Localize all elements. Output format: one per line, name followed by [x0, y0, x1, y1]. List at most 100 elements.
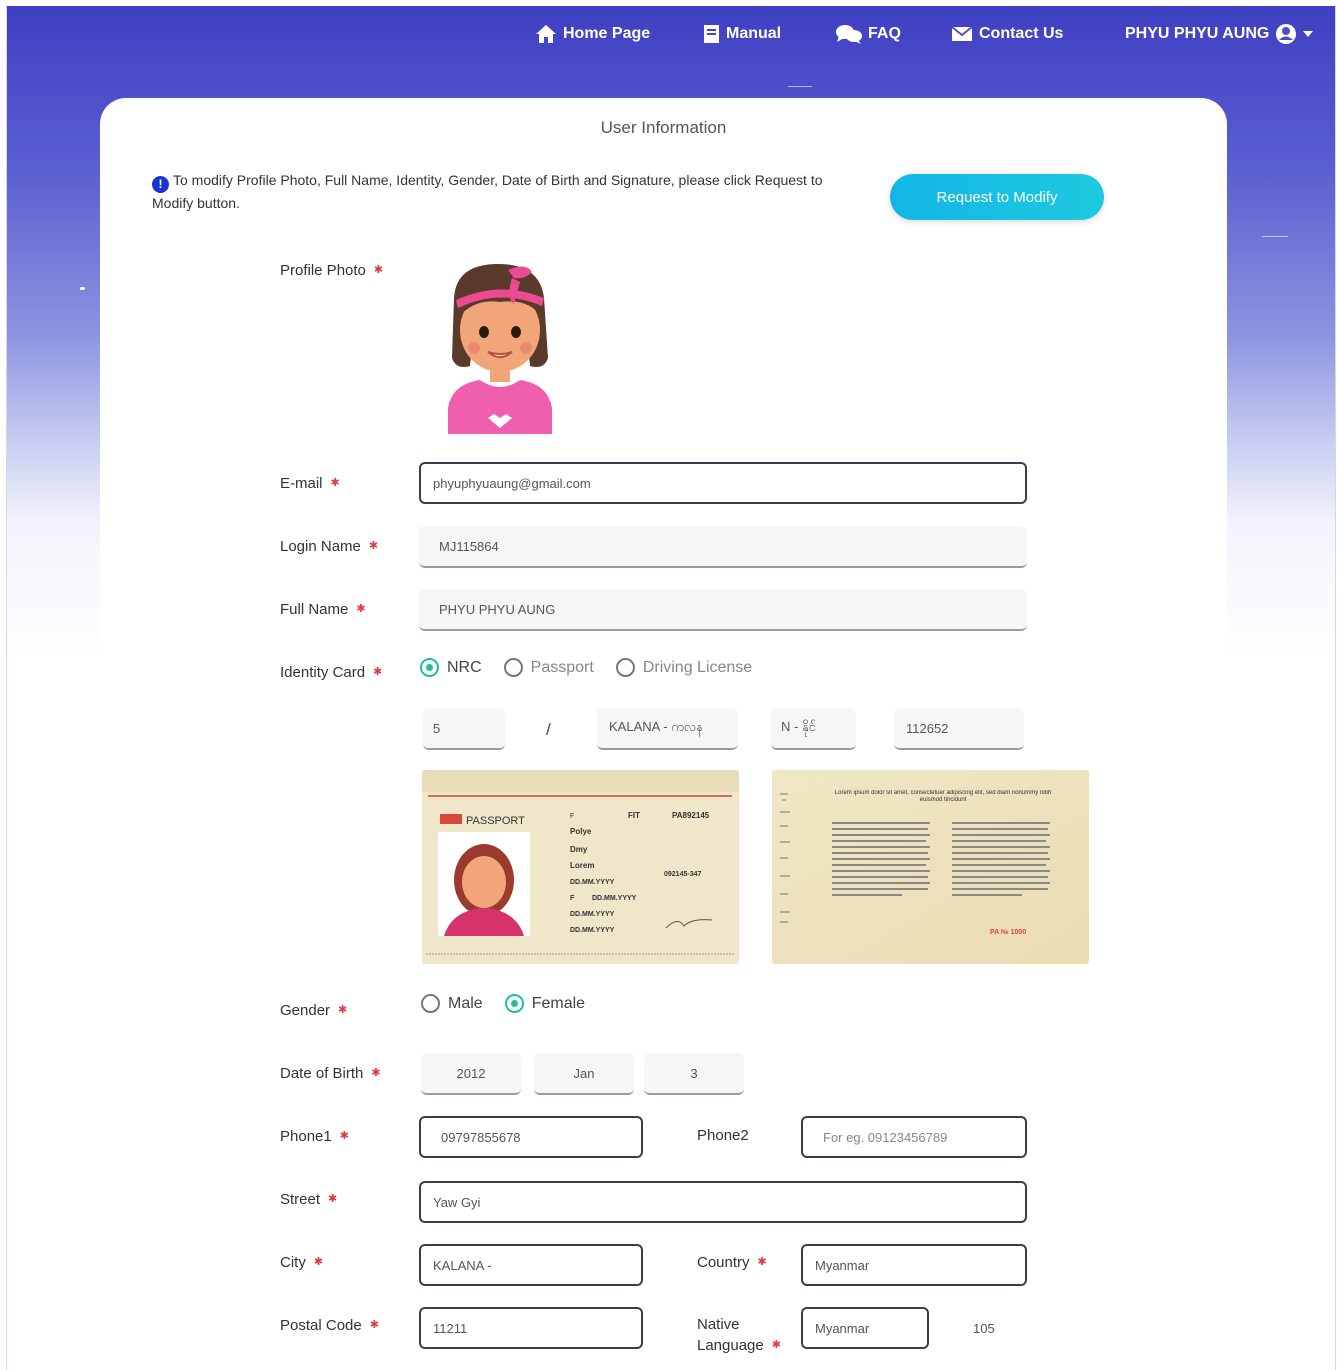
user-circle-icon — [1276, 24, 1297, 44]
phone1-field[interactable]: 09797855678 — [419, 1116, 643, 1158]
email-label-text: E-mail — [280, 475, 323, 492]
native-language-field[interactable]: Myanmar — [801, 1307, 929, 1349]
radio-unchecked-icon — [503, 658, 523, 677]
postal-code-field[interactable]: 11211 — [419, 1307, 643, 1349]
caret-down-icon — [1303, 31, 1314, 37]
required-icon: ✱ — [330, 477, 340, 489]
envelope-icon — [951, 26, 973, 41]
profile-photo-label: Profile Photo ✱ — [280, 260, 383, 281]
postal-code-label-text: Postal Code — [280, 1317, 362, 1334]
required-icon: ✱ — [328, 1193, 338, 1205]
country-field[interactable]: Myanmar — [801, 1244, 1027, 1286]
gender-radio-group: Male Female — [421, 994, 607, 1013]
required-icon: ✱ — [368, 540, 379, 552]
profile-photo-label-text: Profile Photo — [280, 262, 366, 279]
user-menu[interactable]: PHYU PHYU AUNG — [1125, 20, 1314, 48]
nav-contact-label: Contact Us — [979, 25, 1064, 42]
email-label: E-mail ✱ — [280, 473, 340, 494]
phone2-label: Phone2 — [697, 1127, 749, 1144]
native-language-count: 105 — [973, 1321, 995, 1336]
gender-radio-male[interactable]: Male — [421, 994, 483, 1013]
passport-sex: F — [570, 895, 575, 902]
radio-unchecked-icon — [615, 658, 635, 677]
passport-name-3: Lorem — [570, 861, 594, 870]
passport-name-2: Dmy — [570, 845, 588, 854]
dob-day-field: 3 — [644, 1053, 744, 1095]
phone1-label: Phone1 ✱ — [280, 1126, 349, 1147]
street-label: Street ✱ — [280, 1189, 337, 1210]
required-icon: ✱ — [356, 603, 366, 615]
identity-radio-nrc[interactable]: NRC — [420, 658, 482, 677]
identity-option-label: Passport — [530, 658, 594, 676]
nav-contact-link[interactable]: Contact Us — [951, 20, 1063, 48]
passport-sex-top: F — [570, 813, 574, 820]
required-icon: ✱ — [371, 1067, 381, 1079]
login-name-label-text: Login Name — [280, 538, 361, 555]
passport-date-3: DD.MM.YYYY — [570, 911, 615, 918]
home-icon — [536, 25, 556, 43]
user-name: PHYU PHYU AUNG — [1125, 25, 1270, 42]
passport-header: PASSPORT — [466, 815, 525, 827]
info-icon: ! — [152, 176, 169, 193]
notice-text: To modify Profile Photo, Full Name, Iden… — [152, 172, 823, 211]
required-icon: ✱ — [373, 666, 383, 678]
comments-icon — [836, 25, 862, 44]
street-label-text: Street — [280, 1191, 321, 1208]
decor-line — [788, 86, 812, 87]
nrc-state-field: 5 — [423, 708, 505, 750]
id-card-back-image: Lorem ipsum dolor sit amet, consectetuer… — [772, 770, 1089, 964]
nrc-type-field: N - နိုင် — [771, 708, 856, 750]
nav-faq-label: FAQ — [868, 25, 901, 42]
user-information-card: User Information ! To modify Profile Phot… — [100, 98, 1227, 1370]
email-field[interactable]: phyuphyuaung@gmail.com — [419, 462, 1027, 504]
phone2-field[interactable]: For eg. 09123456789 — [801, 1116, 1027, 1158]
decor-line — [1262, 236, 1288, 237]
city-label: City ✱ — [280, 1252, 323, 1273]
nav-manual-label: Manual — [726, 25, 782, 42]
identity-radio-driving-license[interactable]: Driving License — [615, 658, 753, 677]
street-field[interactable]: Yaw Gyi — [419, 1181, 1027, 1223]
required-icon: ✱ — [373, 264, 384, 276]
required-icon: ✱ — [369, 1319, 379, 1331]
radio-unchecked-icon — [421, 994, 440, 1013]
dob-label: Date of Birth ✱ — [280, 1063, 381, 1084]
passport-date-2: DD.MM.YYYY — [592, 895, 637, 902]
identity-radio-passport[interactable]: Passport — [503, 658, 594, 677]
gender-option-label: Male — [448, 994, 483, 1012]
nav-home-link[interactable]: Home Page — [535, 20, 650, 48]
identity-option-label: NRC — [447, 658, 482, 676]
city-label-text: City — [280, 1254, 306, 1271]
gender-label: Gender ✱ — [280, 1000, 347, 1021]
identity-type-radio-group: NRC Passport Driving License — [420, 658, 774, 677]
page-title: User Information — [600, 118, 727, 137]
country-label: Country ✱ — [697, 1252, 767, 1273]
dob-year-field: 2012 — [421, 1053, 521, 1095]
login-name-label: Login Name ✱ — [280, 536, 378, 557]
top-navigation: Home Page Manual FAQ Contact Us PHYU PHY… — [0, 20, 1338, 50]
identity-option-label: Driving License — [642, 658, 753, 676]
login-name-field: MJ115864 — [419, 526, 1027, 568]
city-field[interactable]: KALANA - — [419, 1244, 643, 1286]
required-icon: ✱ — [339, 1130, 349, 1142]
required-icon: ✱ — [771, 1339, 781, 1351]
phone1-label-text: Phone1 — [280, 1128, 332, 1145]
radio-checked-icon — [420, 658, 439, 677]
identity-card-label-text: Identity Card — [280, 664, 366, 681]
request-to-modify-button[interactable]: Request to Modify — [890, 174, 1104, 220]
gender-label-text: Gender — [280, 1002, 331, 1019]
passport-code: FIT — [628, 811, 640, 820]
required-icon: ✱ — [338, 1004, 348, 1016]
full-name-label: Full Name ✱ — [280, 599, 366, 620]
book-icon — [704, 25, 719, 43]
passport-page-image: PASSPORT F FIT PA892145 Polye Dmy Lorem … — [422, 770, 739, 964]
girl-avatar-image — [448, 264, 552, 434]
identity-card-label: Identity Card ✱ — [280, 662, 382, 683]
required-icon: ✱ — [313, 1256, 324, 1268]
nav-manual-link[interactable]: Manual — [703, 20, 781, 48]
back-heading-text: Lorem ipsum dolor sit amet, consectetuer… — [834, 790, 1052, 803]
profile-photo — [440, 258, 580, 434]
native-language-label-line2: Language — [697, 1337, 764, 1354]
postal-code-label: Postal Code ✱ — [280, 1315, 379, 1336]
gender-radio-female[interactable]: Female — [504, 994, 585, 1013]
nav-faq-link[interactable]: FAQ — [836, 20, 901, 48]
